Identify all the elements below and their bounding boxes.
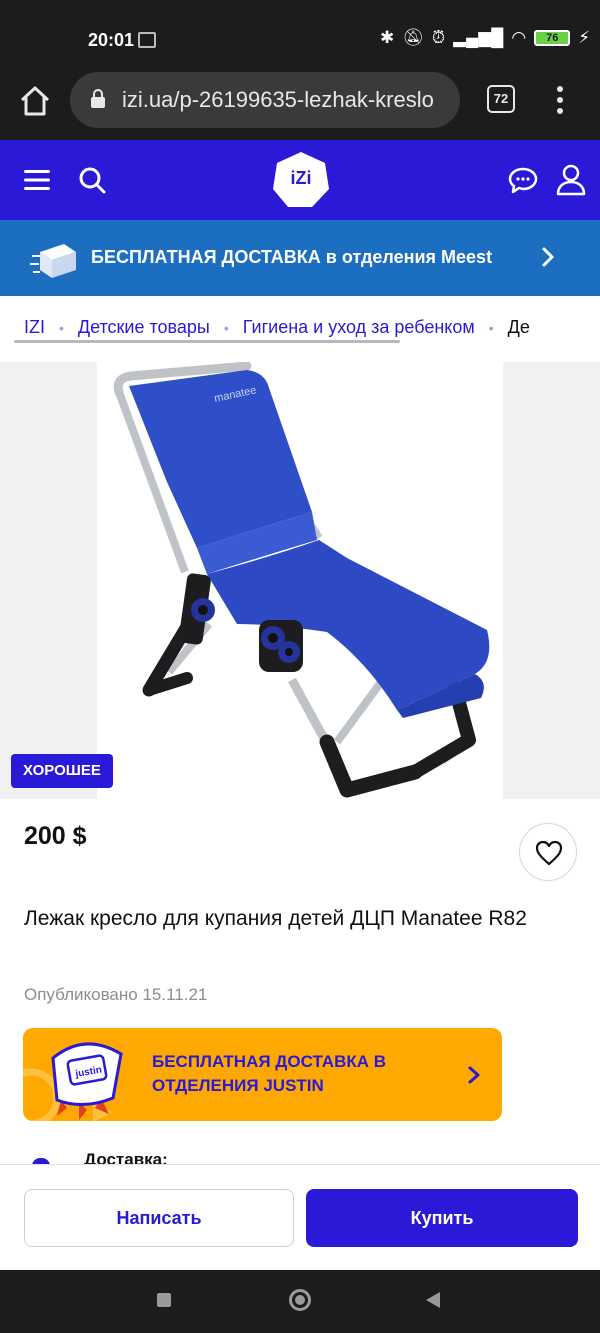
bottom-action-bar: Написать Купить bbox=[0, 1164, 600, 1270]
izi-logo[interactable]: iZi bbox=[272, 151, 330, 209]
browser-toolbar: izi.ua/p-26199635-lezhak-kreslo 72 bbox=[0, 72, 600, 140]
status-icons: ✱ 🔕︎ ⏰︎ ▂▄▆█ ◠ 76 ⚡︎ bbox=[380, 28, 590, 48]
breadcrumb-separator: • bbox=[59, 319, 64, 336]
write-message-button[interactable]: Написать bbox=[24, 1189, 294, 1247]
system-nav-bar bbox=[0, 1270, 600, 1333]
justin-banner-text: БЕСПЛАТНАЯ ДОСТАВКА В ОТДЕЛЕНИЯ JUSTIN bbox=[152, 1052, 386, 1095]
breadcrumb-item-izi[interactable]: IZI bbox=[24, 317, 45, 338]
breadcrumb: IZI • Детские товары • Гигиена и уход за… bbox=[0, 296, 600, 362]
chevron-right-icon bbox=[542, 247, 554, 267]
product-gallery[interactable]: manatee ХОРОШЕЕ bbox=[0, 361, 600, 799]
favorite-button[interactable] bbox=[519, 823, 577, 881]
back-icon[interactable] bbox=[426, 1292, 440, 1308]
product-title: Лежак кресло для купания детей ДЦП Manat… bbox=[24, 907, 527, 930]
bluetooth-icon: ✱ bbox=[380, 28, 395, 47]
logo-text: iZi bbox=[290, 168, 312, 188]
published-date: Опубликовано 15.11.21 bbox=[24, 985, 208, 1004]
status-bar: 20:01 ✱ 🔕︎ ⏰︎ ▂▄▆█ ◠ 76 ⚡︎ bbox=[0, 0, 600, 72]
tab-switcher-button[interactable]: 72 bbox=[487, 85, 515, 113]
home-icon[interactable] bbox=[18, 84, 52, 118]
buy-button[interactable]: Купить bbox=[306, 1189, 578, 1247]
breadcrumb-scrollbar[interactable] bbox=[14, 340, 400, 343]
wifi-icon: ◠ bbox=[511, 28, 527, 47]
home-circle-icon[interactable] bbox=[289, 1289, 311, 1311]
breadcrumb-item-kids[interactable]: Детские товары bbox=[78, 317, 210, 338]
status-time: 20:01 bbox=[88, 30, 135, 50]
breadcrumb-separator: • bbox=[488, 319, 494, 336]
heart-icon bbox=[535, 840, 563, 866]
chevron-right-icon bbox=[468, 1066, 480, 1084]
promo-text: БЕСПЛАТНАЯ ДОСТАВКА в отделения Meest bbox=[91, 247, 493, 267]
battery-icon: 76 bbox=[534, 30, 571, 46]
url-text: izi.ua/p-26199635-lezhak-kreslo bbox=[122, 87, 434, 112]
site-header: iZi bbox=[0, 140, 600, 220]
menu-icon[interactable] bbox=[24, 168, 50, 192]
justin-parcel-icon: justin bbox=[23, 1042, 123, 1121]
breadcrumb-item-current[interactable]: Де bbox=[508, 317, 530, 338]
justin-delivery-banner[interactable]: justin БЕСПЛАТНАЯ ДОСТАВКА В ОТДЕЛЕНИЯ J… bbox=[23, 1028, 502, 1121]
breadcrumb-row: IZI • Детские товары • Гигиена и уход за… bbox=[24, 317, 530, 338]
screenshot-notification-icon bbox=[138, 32, 156, 48]
product-price: 200 $ bbox=[24, 822, 87, 850]
breadcrumb-item-hygiene[interactable]: Гигиена и уход за ребенком bbox=[243, 317, 475, 338]
chair-illustration: manatee bbox=[113, 361, 490, 798]
recent-apps-icon[interactable] bbox=[157, 1293, 171, 1307]
user-icon[interactable] bbox=[556, 164, 586, 196]
lock-icon bbox=[91, 89, 105, 108]
more-vert-icon[interactable] bbox=[550, 84, 570, 116]
condition-badge: ХОРОШЕЕ bbox=[11, 754, 113, 788]
chat-icon[interactable] bbox=[508, 166, 538, 194]
delivery-box-icon bbox=[30, 244, 76, 278]
product-image[interactable]: manatee bbox=[97, 361, 503, 799]
breadcrumb-separator: • bbox=[223, 319, 229, 336]
meest-delivery-banner[interactable]: БЕСПЛАТНАЯ ДОСТАВКА в отделения Meest bbox=[0, 220, 600, 296]
address-bar[interactable]: izi.ua/p-26199635-lezhak-kreslo bbox=[70, 72, 460, 128]
search-icon[interactable] bbox=[78, 166, 106, 194]
mute-icon: 🔕︎ bbox=[402, 28, 424, 47]
alarm-icon: ⏰︎ bbox=[431, 28, 446, 47]
signal-icon: ▂▄▆█ bbox=[453, 28, 504, 47]
charging-icon: ⚡︎ bbox=[578, 28, 591, 47]
